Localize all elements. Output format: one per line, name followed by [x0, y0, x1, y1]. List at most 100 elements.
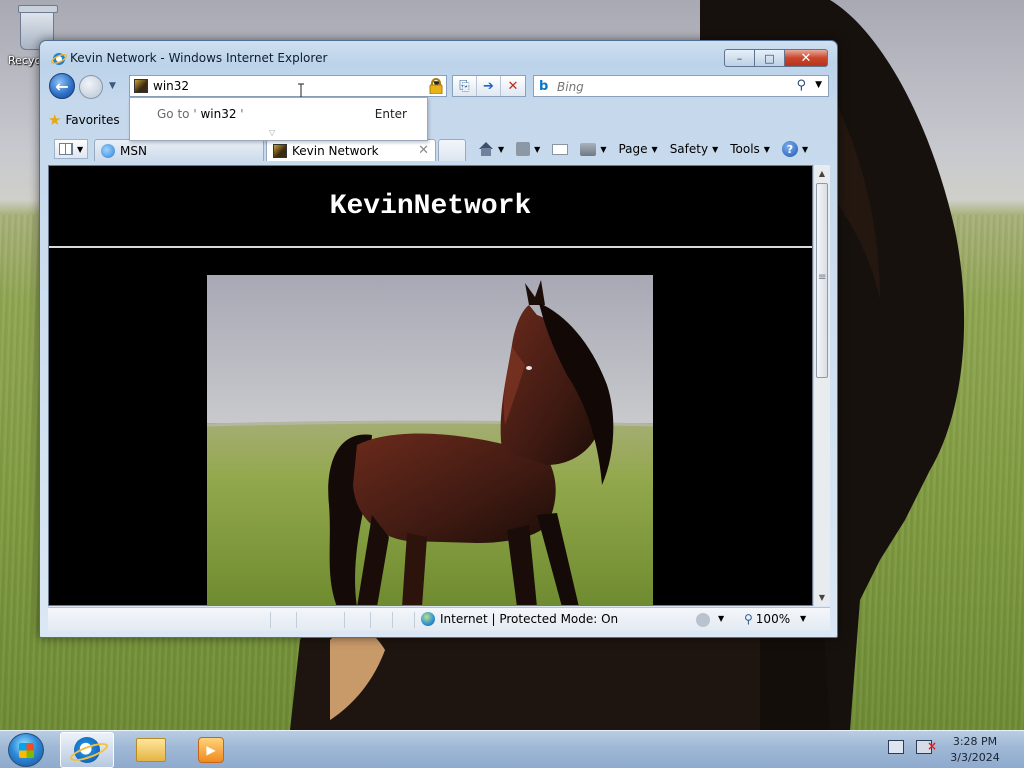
compatibility-view-button[interactable]: ⎘: [453, 76, 477, 96]
clock-time: 3:28 PM: [952, 735, 998, 748]
notification-area: [888, 739, 937, 754]
goto-suffix: ': [240, 107, 244, 121]
search-options-dropdown-icon[interactable]: ▼: [815, 80, 822, 90]
status-divider: [296, 612, 297, 628]
folder-icon: [136, 738, 166, 762]
stop-button[interactable]: ✕: [501, 76, 525, 96]
favorites-button[interactable]: ★ Favorites: [48, 109, 120, 131]
autocomplete-goto-item[interactable]: Go to ' win32 ': [157, 107, 244, 121]
rss-feed-icon: [516, 142, 531, 156]
close-button[interactable]: ✕: [784, 49, 828, 67]
tab-list-dropdown-icon[interactable]: ▼: [77, 145, 83, 154]
home-icon: [478, 142, 494, 156]
taskbar-windows-explorer[interactable]: [124, 732, 178, 768]
taskbar-media-player[interactable]: ▶: [184, 732, 238, 768]
search-box[interactable]: b ⚲ ▼: [533, 75, 829, 97]
horse-photo: [207, 275, 653, 605]
start-button[interactable]: [8, 733, 44, 767]
caption-buttons: – □ ✕: [724, 49, 828, 67]
home-dropdown-icon[interactable]: ▼: [498, 145, 504, 154]
search-input[interactable]: [557, 80, 757, 94]
chevron-down-icon: ▼: [763, 144, 770, 154]
back-arrow-icon: ←: [55, 76, 69, 96]
internet-zone-globe-icon: [421, 612, 435, 626]
page-menu-label: Page: [618, 142, 648, 156]
popup-blocker-icon[interactable]: [696, 613, 710, 627]
vertical-scrollbar[interactable]: ▲ ▼: [813, 165, 830, 606]
autocomplete-resize-grip-icon[interactable]: ▽: [269, 128, 275, 137]
site-favicon-icon: [273, 143, 287, 158]
page-menu[interactable]: Page ▼: [618, 142, 657, 156]
tab-label: MSN: [120, 143, 147, 158]
scroll-down-icon[interactable]: ▼: [814, 589, 830, 606]
browser-window: Kevin Network - Windows Internet Explore…: [39, 40, 838, 638]
print-dropdown-icon[interactable]: ▼: [600, 145, 606, 154]
site-favicon-icon: [134, 79, 148, 93]
taskbar-internet-explorer[interactable]: [60, 732, 114, 768]
quick-tabs-button[interactable]: ▼: [54, 139, 88, 159]
maximize-button[interactable]: □: [754, 49, 784, 67]
popup-blocker-dropdown-icon[interactable]: ▼: [718, 614, 724, 623]
recent-pages-dropdown[interactable]: ▼: [109, 81, 116, 91]
internet-explorer-icon: [74, 737, 100, 763]
zoom-magnifier-icon: ⚲: [744, 612, 753, 626]
volume-muted-icon[interactable]: [916, 739, 937, 754]
tab-msn[interactable]: MSN: [94, 139, 264, 161]
system-clock[interactable]: 3:28 PM 3/3/2024: [940, 734, 1010, 766]
site-title: KevinNetwork: [329, 191, 532, 222]
help-icon: ?: [781, 141, 798, 157]
window-title: Kevin Network - Windows Internet Explore…: [70, 51, 328, 65]
address-autocomplete-popup: Go to ' win32 ' Enter ▽: [129, 97, 428, 141]
forward-button[interactable]: [79, 75, 103, 99]
status-bar: Internet | Protected Mode: On ▼ ⚲ 100% ▼: [48, 607, 830, 631]
security-lock-icon[interactable]: [429, 78, 443, 94]
help-menu[interactable]: ? ▼: [781, 141, 809, 157]
address-action-buttons: ⎘ ➔ ✕: [452, 75, 526, 97]
taskbar: ▶ 3:28 PM 3/3/2024: [0, 730, 1024, 768]
ie-logo-icon: [51, 53, 67, 65]
address-input[interactable]: [153, 79, 403, 93]
zoom-dropdown-icon[interactable]: ▼: [800, 614, 806, 623]
security-zone[interactable]: Internet | Protected Mode: On: [421, 612, 618, 626]
media-player-icon: ▶: [198, 737, 224, 763]
tab-label: Kevin Network: [292, 143, 379, 158]
favorites-label: Favorites: [65, 113, 120, 127]
status-divider: [392, 612, 393, 628]
tools-menu[interactable]: Tools ▼: [730, 142, 770, 156]
scroll-up-icon[interactable]: ▲: [814, 165, 830, 182]
scrollbar-thumb[interactable]: [816, 183, 828, 378]
address-bar[interactable]: ▼: [129, 75, 447, 97]
printer-icon: [580, 142, 597, 156]
quick-tabs-icon: [59, 143, 73, 155]
print-button[interactable]: ▼: [580, 142, 606, 156]
msn-favicon-icon: [101, 143, 115, 158]
safety-menu[interactable]: Safety ▼: [670, 142, 719, 156]
status-divider: [270, 612, 271, 628]
status-divider: [370, 612, 371, 628]
chevron-down-icon: ▼: [651, 144, 658, 154]
feeds-dropdown-icon[interactable]: ▼: [534, 145, 540, 154]
home-button[interactable]: ▼: [478, 142, 504, 156]
zoom-level-label: 100%: [755, 612, 791, 626]
autocomplete-enter-hint: Enter: [374, 107, 407, 121]
close-tab-icon[interactable]: ✕: [418, 143, 429, 158]
tab-kevin-network[interactable]: Kevin Network ✕: [266, 139, 436, 161]
goto-prefix: Go to ': [157, 107, 197, 121]
search-icon[interactable]: ⚲: [796, 78, 806, 93]
chevron-down-icon: ▼: [801, 144, 809, 154]
back-button[interactable]: ←: [49, 73, 75, 99]
network-icon[interactable]: [888, 740, 904, 754]
go-button[interactable]: ➔: [477, 76, 501, 96]
read-mail-button[interactable]: [552, 143, 569, 155]
favorites-star-icon: ★: [48, 111, 62, 129]
zoom-level-button[interactable]: ⚲ 100%: [744, 612, 790, 626]
new-tab-button[interactable]: [438, 139, 466, 161]
horse-photo-drawing: [207, 275, 653, 605]
minimize-button[interactable]: –: [724, 49, 754, 67]
bing-logo-icon: b: [539, 79, 549, 94]
status-divider: [414, 612, 415, 628]
clock-date: 3/3/2024: [950, 751, 1000, 764]
goto-value: win32: [196, 107, 241, 121]
feeds-button[interactable]: ▼: [516, 142, 540, 156]
header-divider: [49, 246, 812, 248]
